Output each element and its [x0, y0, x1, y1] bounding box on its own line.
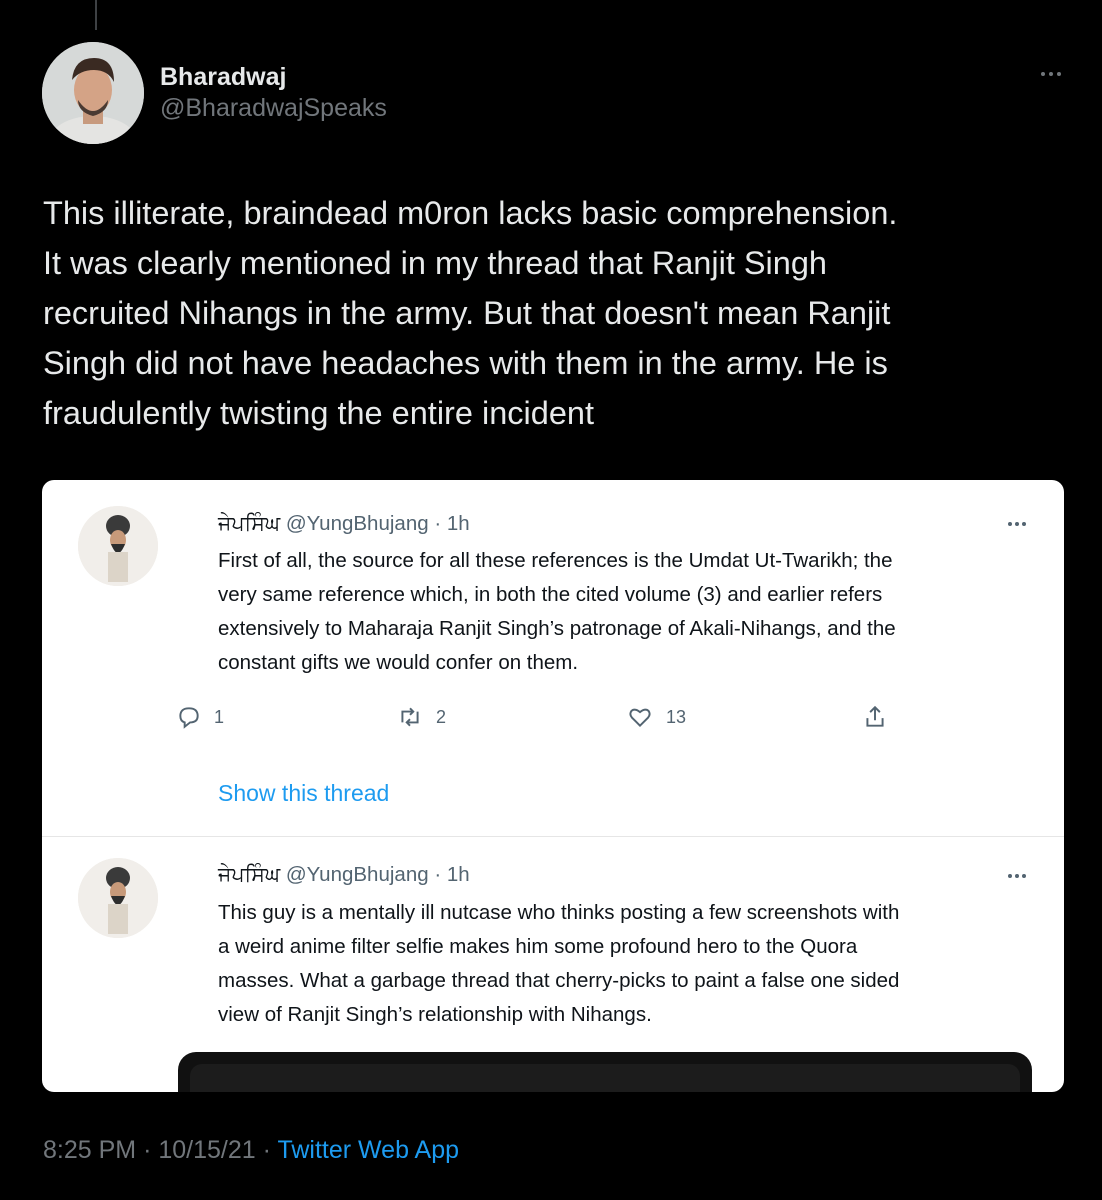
- quoted-tweet-text: This guy is a mentally ill nutcase who t…: [218, 896, 1058, 1032]
- tweet-text-line: Singh did not have headaches with them i…: [43, 345, 888, 381]
- quoted-tweet-header: ਜੇਪਸਿੰਘ @YungBhujang · 1h: [218, 510, 470, 538]
- quoted-text-line: very same reference which, in both the c…: [218, 583, 883, 606]
- tweet-text-line: fraudulently twisting the entire inciden…: [43, 395, 595, 431]
- more-options-icon[interactable]: [1004, 870, 1030, 882]
- author-handle[interactable]: @BharadwajSpeaks: [160, 92, 387, 124]
- quoted-tweet-header: ਜੇਪਸਿੰਘ @YungBhujang · 1h: [218, 861, 470, 889]
- quoted-author-handle[interactable]: @YungBhujang: [286, 512, 429, 535]
- quoted-author-name[interactable]: ਜੇਪਸਿੰਘ: [218, 512, 280, 535]
- more-options-icon[interactable]: [1004, 518, 1030, 530]
- show-thread-link[interactable]: Show this thread: [218, 780, 389, 807]
- embedded-screenshot-card[interactable]: ਜੇਪਸਿੰਘ @YungBhujang · 1h First of all, …: [42, 480, 1064, 1092]
- person-avatar-icon: [78, 506, 158, 586]
- quoted-text-line: extensively to Maharaja Ranjit Singh’s p…: [218, 617, 896, 640]
- tweet-metadata: 8:25 PM · 10/15/21 · Twitter Web App: [43, 1136, 459, 1165]
- like-count: 13: [666, 706, 687, 727]
- separator-dot: ·: [143, 1136, 152, 1164]
- share-action[interactable]: [862, 704, 888, 730]
- author-block[interactable]: Bharadwaj @BharadwajSpeaks: [160, 62, 387, 124]
- thread-connector-line: [95, 0, 97, 30]
- quoted-text-line: a weird anime filter selfie makes him so…: [218, 935, 858, 958]
- person-avatar-icon: [42, 42, 144, 144]
- retweet-action[interactable]: 2: [396, 704, 446, 730]
- tweet-text-line: This illiterate, braindead m0ron lacks b…: [43, 195, 898, 231]
- tweet-text: This illiterate, braindead m0ron lacks b…: [43, 188, 1073, 438]
- quoted-text-line: This guy is a mentally ill nutcase who t…: [218, 901, 900, 924]
- quoted-avatar: [78, 858, 158, 938]
- quoted-tweet-text: First of all, the source for all these r…: [218, 544, 1058, 680]
- author-avatar[interactable]: [42, 42, 144, 144]
- quoted-time[interactable]: 1h: [447, 863, 470, 886]
- separator-dot: ·: [434, 863, 442, 886]
- separator-dot: ·: [262, 1136, 271, 1164]
- divider: [42, 836, 1064, 837]
- reply-action[interactable]: 1: [176, 704, 224, 730]
- separator-dot: ·: [434, 512, 442, 535]
- tweet-source-link[interactable]: Twitter Web App: [277, 1136, 459, 1164]
- quoted-text-line: masses. What a garbage thread that cherr…: [218, 969, 900, 992]
- media-preview[interactable]: [178, 1052, 1032, 1092]
- share-icon: [866, 705, 884, 727]
- quoted-author-name[interactable]: ਜੇਪਸਿੰਘ: [218, 863, 280, 886]
- quoted-avatar: [78, 506, 158, 586]
- quoted-time[interactable]: 1h: [447, 512, 470, 535]
- more-options-icon[interactable]: [1036, 64, 1066, 84]
- media-preview-image: [190, 1064, 1020, 1092]
- heart-icon: [629, 708, 651, 728]
- tweet-date[interactable]: 10/15/21: [158, 1136, 255, 1164]
- person-avatar-icon: [78, 858, 158, 938]
- tweet-time[interactable]: 8:25 PM: [43, 1136, 136, 1164]
- tweet-text-line: It was clearly mentioned in my thread th…: [43, 245, 827, 281]
- quoted-text-line: constant gifts we would confer on them.: [218, 651, 579, 674]
- reply-count: 1: [214, 706, 225, 727]
- quoted-text-line: view of Ranjit Singh’s relationship with…: [218, 1003, 652, 1026]
- retweet-count: 2: [436, 706, 447, 727]
- reply-icon: [179, 707, 199, 729]
- quoted-author-handle[interactable]: @YungBhujang: [286, 863, 429, 886]
- like-action[interactable]: 13: [626, 704, 686, 730]
- retweet-icon: [401, 707, 419, 727]
- quoted-text-line: First of all, the source for all these r…: [218, 549, 893, 572]
- author-display-name[interactable]: Bharadwaj: [160, 62, 387, 92]
- tweet-text-line: recruited Nihangs in the army. But that …: [43, 295, 891, 331]
